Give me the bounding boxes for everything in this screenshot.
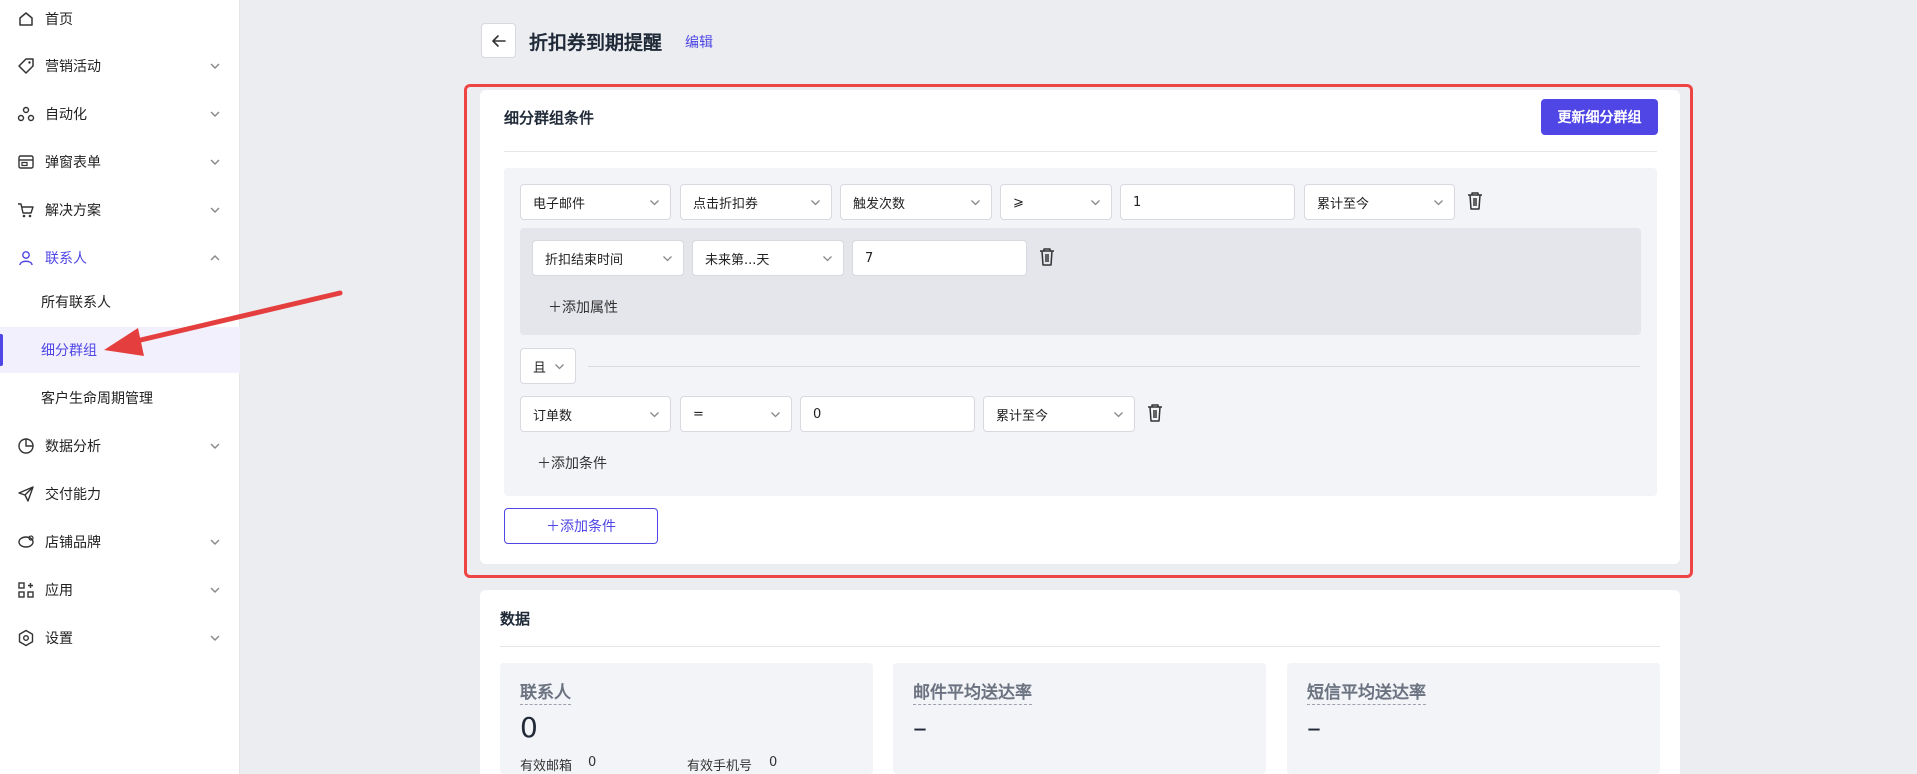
- order-period-select[interactable]: 累计至今: [983, 396, 1135, 432]
- count-input-value: 1: [1133, 194, 1142, 210]
- metric-select[interactable]: 触发次数: [840, 184, 992, 220]
- stat-sub-label: 有效手机号: [687, 759, 753, 774]
- stat-card-sms-delivery: 短信平均送达率 –: [1287, 663, 1660, 774]
- stat-value: 0: [520, 711, 538, 744]
- add-inner-condition-link[interactable]: ＋添加条件: [537, 453, 607, 473]
- chevron-down-icon: [555, 364, 564, 370]
- stat-value: –: [1307, 711, 1321, 744]
- add-condition-button[interactable]: ＋添加条件: [504, 508, 658, 544]
- trash-icon[interactable]: [1466, 191, 1484, 211]
- channel-select-value: 电子邮件: [533, 196, 586, 212]
- channel-select[interactable]: 电子邮件: [520, 184, 671, 220]
- chevron-down-icon: [663, 256, 672, 262]
- stat-sub-value: 0: [769, 755, 778, 770]
- back-button[interactable]: [481, 23, 516, 58]
- attribute-field-value: 折扣结束时间: [545, 252, 624, 268]
- chevron-down-icon: [1434, 200, 1443, 206]
- order-operator-value: =: [693, 406, 704, 422]
- attribute-field-select[interactable]: 折扣结束时间: [532, 240, 684, 276]
- logic-select-value: 且: [533, 360, 547, 376]
- stat-card-contacts: 联系人 0 有效邮箱 0 有效手机号 0: [500, 663, 873, 774]
- attribute-operator-select[interactable]: 未来第...天: [692, 240, 844, 276]
- page-title: 折扣券到期提醒: [529, 32, 663, 54]
- chevron-down-icon: [823, 256, 832, 262]
- trash-icon[interactable]: [1038, 247, 1056, 267]
- attribute-value-input[interactable]: 7: [852, 240, 1027, 276]
- logic-select[interactable]: 且: [520, 348, 576, 384]
- stat-label: 短信平均送达率: [1307, 678, 1426, 705]
- card-divider: [504, 151, 1657, 152]
- data-section-title: 数据: [500, 610, 531, 628]
- period-select-value: 累计至今: [1317, 196, 1370, 212]
- stat-sub-label: 有效邮箱: [520, 759, 573, 774]
- stat-sub-value: 0: [588, 755, 597, 770]
- attribute-value-text: 7: [865, 250, 874, 266]
- event-select[interactable]: 点击折扣券: [680, 184, 832, 220]
- order-operator-select[interactable]: =: [680, 396, 792, 432]
- logic-divider: [588, 366, 1640, 367]
- trash-icon[interactable]: [1146, 403, 1164, 423]
- stat-label: 邮件平均送达率: [913, 678, 1032, 705]
- order-count-value: 0: [813, 406, 822, 422]
- operator-select-value: ⩾: [1013, 194, 1024, 210]
- edit-link[interactable]: 编辑: [685, 32, 713, 52]
- metric-select-value: 触发次数: [853, 196, 906, 212]
- chevron-down-icon: [650, 412, 659, 418]
- attribute-operator-value: 未来第...天: [705, 252, 770, 268]
- stat-card-email-delivery: 邮件平均送达率 –: [893, 663, 1266, 774]
- count-input[interactable]: 1: [1120, 184, 1295, 220]
- chevron-down-icon: [1091, 200, 1100, 206]
- chevron-down-icon: [971, 200, 980, 206]
- data-divider: [500, 646, 1660, 647]
- stat-value: –: [913, 711, 927, 744]
- order-field-value: 订单数: [533, 408, 573, 424]
- update-segment-button[interactable]: 更新细分群组: [1541, 99, 1658, 135]
- add-attribute-link[interactable]: ＋添加属性: [548, 297, 618, 317]
- event-select-value: 点击折扣券: [693, 196, 759, 212]
- order-period-value: 累计至今: [996, 408, 1049, 424]
- chevron-down-icon: [771, 412, 780, 418]
- stat-label: 联系人: [520, 678, 571, 705]
- order-count-input[interactable]: 0: [800, 396, 975, 432]
- attribute-filter-box: [520, 228, 1641, 335]
- operator-select[interactable]: ⩾: [1000, 184, 1112, 220]
- order-field-select[interactable]: 订单数: [520, 396, 671, 432]
- chevron-down-icon: [650, 200, 659, 206]
- arrow-left-icon: [491, 34, 506, 47]
- period-select[interactable]: 累计至今: [1304, 184, 1455, 220]
- chevron-down-icon: [1114, 412, 1123, 418]
- segment-conditions-title: 细分群组条件: [504, 109, 595, 127]
- chevron-down-icon: [811, 200, 820, 206]
